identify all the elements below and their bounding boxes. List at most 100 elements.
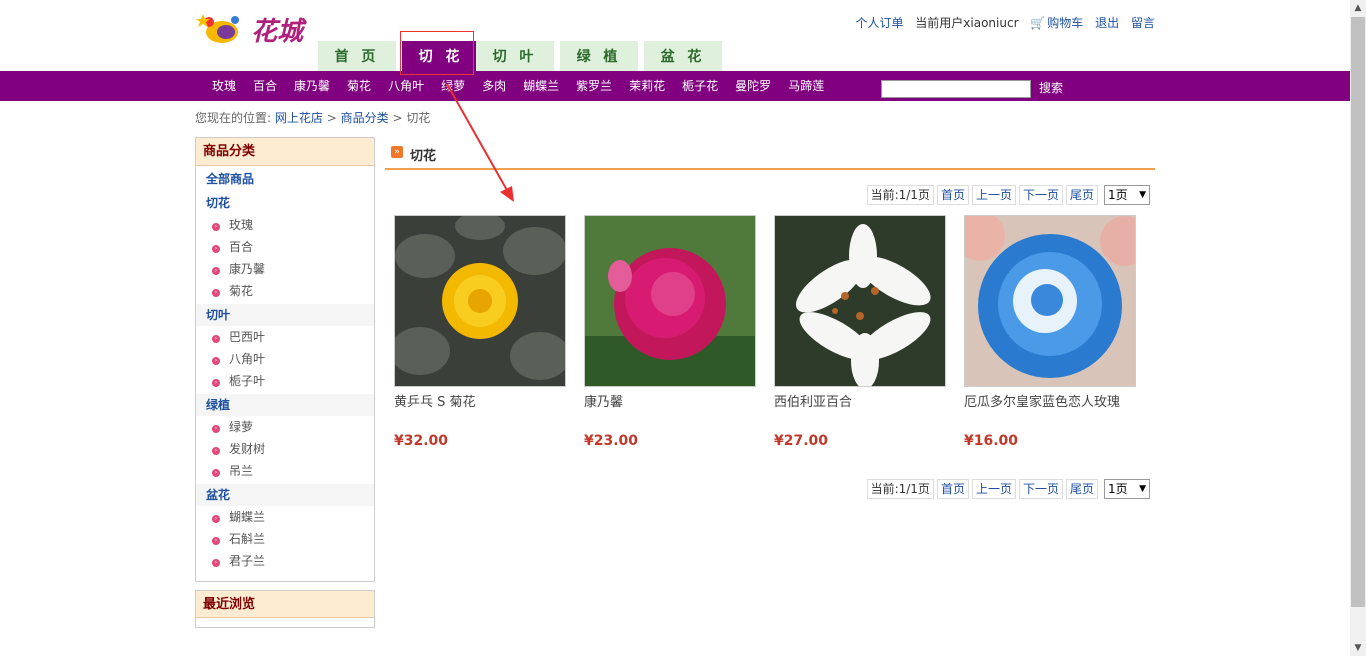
product-card[interactable]: 康乃馨 ¥23.00: [584, 215, 756, 449]
product-name[interactable]: 黄乒乓 S 菊花: [394, 391, 566, 411]
nav-item[interactable]: 百合: [253, 79, 277, 93]
nav-item[interactable]: 栀子花: [682, 79, 718, 93]
sidebar-item[interactable]: › 吊兰: [196, 460, 374, 482]
sidebar-item-label: 蝴蝶兰: [229, 510, 266, 524]
pager-last[interactable]: 尾页: [1065, 185, 1098, 205]
orders-link[interactable]: 个人订单: [855, 16, 903, 30]
current-user-text: 当前用户xiaoniucr: [915, 16, 1019, 30]
nav-item[interactable]: 菊花: [347, 79, 371, 93]
pager-first[interactable]: 首页: [936, 185, 969, 205]
breadcrumb: 您现在的位置: 网上花店 > 商品分类 > 切花: [195, 109, 430, 126]
nav-item[interactable]: 曼陀罗: [735, 79, 771, 93]
sidebar-item[interactable]: › 发财树: [196, 438, 374, 460]
sidebar-item-label: 绿萝: [229, 420, 254, 434]
sidebar-item[interactable]: › 蝴蝶兰: [196, 506, 374, 528]
nav-item[interactable]: 紫罗兰: [576, 79, 612, 93]
nav-item[interactable]: 多肉: [482, 79, 506, 93]
search-button[interactable]: 搜索: [1039, 79, 1063, 96]
sidebar-item[interactable]: › 菊花: [196, 280, 374, 302]
bullet-icon: ›: [212, 223, 220, 231]
product-name[interactable]: 康乃馨: [584, 391, 756, 411]
sidebar-item[interactable]: › 玫瑰: [196, 214, 374, 236]
breadcrumb-home[interactable]: 网上花店: [275, 111, 323, 125]
pager-last[interactable]: 尾页: [1065, 479, 1098, 499]
product-price: ¥32.00: [394, 433, 449, 449]
sidebar-item[interactable]: › 巴西叶: [196, 326, 374, 348]
pager-prev[interactable]: 上一页: [971, 185, 1016, 205]
bullet-icon: ›: [212, 357, 220, 365]
nav-item[interactable]: 八角叶: [388, 79, 424, 93]
page-scrollbar[interactable]: ▲ ▼: [1350, 0, 1366, 656]
sidebar-category[interactable]: 切花: [196, 192, 374, 214]
cart-link[interactable]: 🛒 购物车: [1030, 16, 1083, 30]
bullet-icon: ›: [212, 447, 220, 455]
product-card[interactable]: 黄乒乓 S 菊花 ¥32.00: [394, 215, 566, 449]
page-select[interactable]: 1页 ▼: [1104, 185, 1150, 205]
product-price: ¥27.00: [774, 433, 829, 449]
sidebar-category[interactable]: 切叶: [196, 304, 374, 326]
pager-prev[interactable]: 上一页: [971, 479, 1016, 499]
sidebar-item[interactable]: › 栀子叶: [196, 370, 374, 392]
product-price: ¥16.00: [964, 433, 1019, 449]
sidebar-item[interactable]: › 君子兰: [196, 550, 374, 572]
section-arrow-icon: »: [391, 146, 403, 158]
nav-item[interactable]: 马蹄莲: [788, 79, 824, 93]
product-name[interactable]: 西伯利亚百合: [774, 391, 946, 411]
scroll-down-icon[interactable]: ▼: [1350, 640, 1366, 656]
product-name[interactable]: 厄瓜多尔皇家蓝色恋人玫瑰: [964, 391, 1136, 411]
logout-link[interactable]: 退出: [1095, 16, 1119, 30]
breadcrumb-current: 切花: [406, 111, 431, 125]
product-card[interactable]: 厄瓜多尔皇家蓝色恋人玫瑰 ¥16.00: [964, 215, 1136, 449]
pager-next[interactable]: 下一页: [1018, 185, 1063, 205]
nav-item[interactable]: 玫瑰: [212, 79, 236, 93]
product-image[interactable]: [774, 215, 946, 387]
sidebar-item-label: 百合: [229, 240, 254, 254]
sidebar-item-label: 康乃馨: [229, 262, 266, 276]
tab-potted-flowers[interactable]: 盆 花: [644, 41, 722, 71]
nav-item[interactable]: 茉莉花: [629, 79, 665, 93]
top-links: 个人订单 当前用户xiaoniucr 🛒 购物车 退出 留言: [847, 14, 1155, 31]
tab-cut-leaves[interactable]: 切 叶: [476, 41, 554, 71]
bullet-icon: ›: [212, 559, 220, 567]
pager-current: 当前:1/1页: [866, 185, 934, 205]
bullet-icon: ›: [212, 379, 220, 387]
nav-item[interactable]: 绿萝: [441, 79, 465, 93]
nav-item[interactable]: 康乃馨: [294, 79, 330, 93]
bullet-icon: ›: [212, 469, 220, 477]
product-card[interactable]: 西伯利亚百合 ¥27.00: [774, 215, 946, 449]
product-image[interactable]: [584, 215, 756, 387]
sidebar-item[interactable]: › 康乃馨: [196, 258, 374, 280]
recent-views-title: 最近浏览: [196, 591, 374, 618]
sidebar-item[interactable]: › 百合: [196, 236, 374, 258]
product-image[interactable]: [394, 215, 566, 387]
breadcrumb-separator: >: [392, 111, 403, 125]
sidebar-category[interactable]: 绿植: [196, 394, 374, 416]
page-select[interactable]: 1页 ▼: [1104, 479, 1150, 499]
bullet-icon: ›: [212, 289, 220, 297]
pager-first[interactable]: 首页: [936, 479, 969, 499]
sidebar-item-label: 石斛兰: [229, 532, 266, 546]
pager-next[interactable]: 下一页: [1018, 479, 1063, 499]
section-header: » 切花: [385, 144, 1155, 170]
bullet-icon: ›: [212, 425, 220, 433]
sidebar-item[interactable]: › 绿萝: [196, 416, 374, 438]
breadcrumb-category[interactable]: 商品分类: [341, 111, 389, 125]
sidebar-item[interactable]: › 石斛兰: [196, 528, 374, 550]
product-image[interactable]: [964, 215, 1136, 387]
search-input[interactable]: [881, 80, 1031, 98]
tab-green-plants[interactable]: 绿 植: [560, 41, 638, 71]
message-link[interactable]: 留言: [1131, 16, 1155, 30]
cart-icon: 🛒: [1030, 16, 1046, 30]
scrollbar-thumb[interactable]: [1351, 17, 1365, 607]
site-logo[interactable]: 花城: [195, 8, 315, 54]
sidebar-category[interactable]: 盆花: [196, 484, 374, 506]
scroll-up-icon[interactable]: ▲: [1350, 0, 1366, 16]
chevron-down-icon: ▼: [1139, 190, 1146, 200]
tab-home[interactable]: 首 页: [318, 41, 396, 71]
pager-current: 当前:1/1页: [866, 479, 934, 499]
sidebar-all-products[interactable]: 全部商品: [196, 168, 374, 190]
sidebar-item[interactable]: › 八角叶: [196, 348, 374, 370]
highlight-box: [400, 31, 474, 75]
nav-item[interactable]: 蝴蝶兰: [523, 79, 559, 93]
sidebar-item-label: 巴西叶: [229, 330, 266, 344]
